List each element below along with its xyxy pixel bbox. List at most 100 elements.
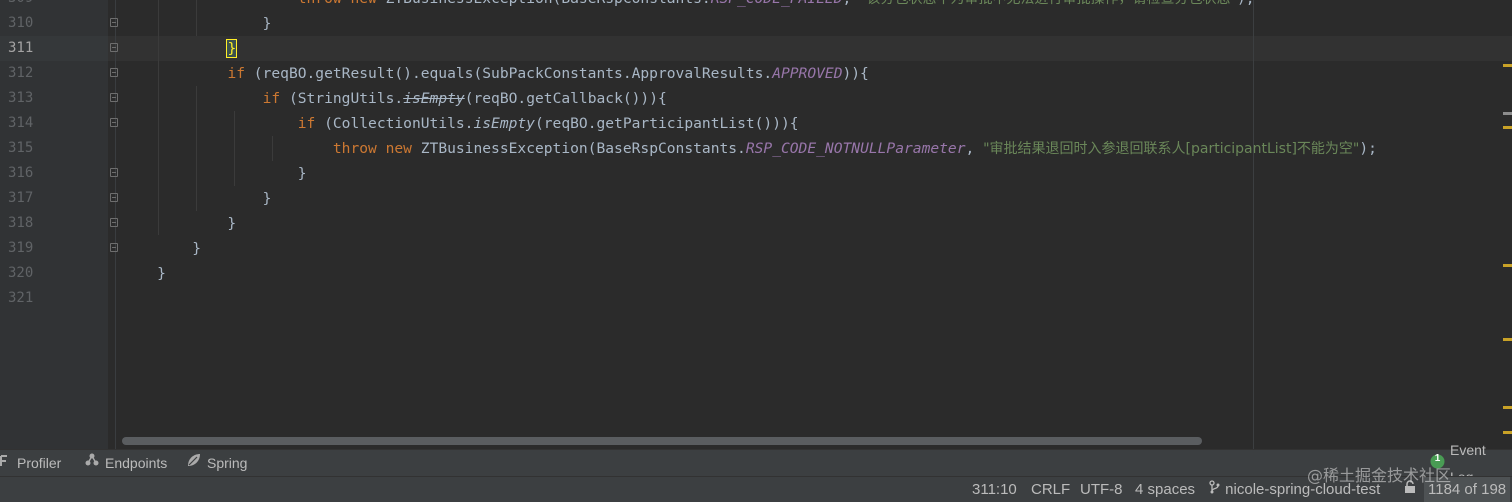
code-token: (CollectionUtils. (315, 115, 474, 132)
code-token: , (843, 0, 861, 7)
line-number: 314 (8, 115, 34, 131)
fold-marker[interactable] (110, 118, 118, 127)
error-stripe-marker[interactable] (1503, 406, 1512, 409)
code-text: } (122, 211, 236, 236)
code-line[interactable]: 312 if (reqBO.getResult().equals(SubPack… (0, 61, 1500, 86)
line-number: 317 (8, 190, 34, 206)
code-line[interactable]: 311 } (0, 36, 1500, 61)
code-token: ZTBusinessException(BaseRspConstants. (411, 140, 746, 157)
code-line[interactable]: 318 } (0, 211, 1500, 236)
line-number: 310 (8, 15, 34, 31)
code-token: } (122, 15, 272, 32)
line-number: 311 (8, 40, 34, 56)
code-token: throw (298, 0, 342, 7)
code-token: RSP_CODE_FAILED (711, 0, 843, 7)
line-number: 313 (8, 90, 34, 106)
code-token: ZTBusinessException(BaseRspConstants. (377, 0, 711, 7)
code-line[interactable]: 310 } (0, 11, 1500, 36)
code-token: (reqBO.getParticipantList())){ (534, 115, 799, 132)
code-line[interactable]: 320 } (0, 261, 1500, 286)
code-token: isEmpty (403, 90, 465, 107)
code-line[interactable]: 317 } (0, 186, 1500, 211)
code-token: (reqBO.getCallback())){ (464, 90, 667, 107)
fold-marker[interactable] (110, 68, 118, 77)
indent-setting[interactable]: 4 spaces (1135, 477, 1195, 502)
line-separator[interactable]: CRLF (1031, 477, 1070, 502)
code-text: if (StringUtils.isEmpty(reqBO.getCallbac… (122, 86, 667, 111)
code-line[interactable]: 321 (0, 286, 1500, 311)
spring-tab[interactable]: Spring (186, 450, 247, 477)
code-token: } (122, 215, 237, 232)
code-token: RSP_CODE_NOTNULLParameter (745, 140, 966, 157)
profiler-tab[interactable]: Profiler (0, 450, 61, 477)
line-number: 312 (8, 65, 34, 81)
horizontal-scrollbar[interactable] (122, 437, 1202, 445)
code-token: } (122, 265, 166, 282)
fold-marker[interactable] (110, 168, 118, 177)
code-token: if (227, 65, 246, 82)
fold-marker[interactable] (110, 218, 118, 227)
code-line[interactable]: 319 } (0, 236, 1500, 261)
error-stripe-marker[interactable] (1503, 112, 1512, 115)
endpoints-label: Endpoints (105, 455, 168, 471)
caret-position[interactable]: 311:10 (972, 477, 1017, 502)
fold-marker[interactable] (110, 93, 118, 102)
code-token: APPROVED (772, 65, 843, 82)
code-token: (StringUtils. (280, 90, 404, 107)
code-token: )){ (842, 65, 869, 82)
code-token: } (122, 240, 202, 257)
code-token: ); (1237, 0, 1255, 7)
code-token: new (350, 0, 376, 7)
error-stripe-marker[interactable] (1503, 338, 1512, 341)
tool-window-bar: Profiler Endpoints Spring 1 Event Log (0, 442, 1512, 485)
code-line[interactable]: 309 throw new ZTBusinessException(BaseRs… (0, 0, 1500, 11)
code-token: if (297, 115, 316, 132)
code-editor[interactable]: 309 throw new ZTBusinessException(BaseRs… (0, 0, 1512, 449)
error-stripe-marker[interactable] (1503, 264, 1512, 267)
error-stripe-marker[interactable] (1503, 64, 1512, 67)
line-number: 309 (8, 0, 38, 11)
endpoints-icon (84, 450, 100, 477)
error-stripe-marker[interactable] (1503, 126, 1512, 129)
git-branch-icon (1209, 477, 1221, 502)
code-text: } (122, 261, 166, 286)
code-token: if (262, 90, 281, 107)
code-text: if (reqBO.getResult().equals(SubPackCons… (122, 61, 869, 86)
code-token: throw (332, 140, 377, 157)
status-bar: 311:10 CRLF UTF-8 4 spaces nicole-spring… (0, 476, 1512, 502)
fold-marker[interactable] (110, 18, 118, 27)
fold-marker[interactable] (110, 193, 118, 202)
code-line[interactable]: 315 throw new ZTBusinessException(BaseRs… (0, 136, 1500, 161)
code-text: } (122, 36, 238, 61)
code-token: (reqBO.getResult().equals(SubPackConstan… (245, 65, 773, 82)
line-number: 316 (8, 165, 34, 181)
code-text: } (122, 236, 201, 261)
error-stripe-marker[interactable] (1503, 431, 1512, 434)
code-token: "该分包状态不为审批中无法进行审批操作，请检查分包状态" (860, 0, 1237, 7)
text-caret (236, 40, 238, 58)
endpoints-tab[interactable]: Endpoints (84, 450, 167, 477)
file-encoding[interactable]: UTF-8 (1080, 477, 1123, 502)
fold-marker[interactable] (110, 243, 118, 252)
profiler-label: Profiler (17, 455, 62, 471)
code-text: } (122, 11, 272, 36)
code-text: if (CollectionUtils.isEmpty(reqBO.getPar… (122, 111, 799, 136)
code-line[interactable]: 313 if (StringUtils.isEmpty(reqBO.getCal… (0, 86, 1500, 111)
line-number: 320 (8, 265, 34, 281)
code-line[interactable]: 316 } (0, 161, 1500, 186)
watermark: @稀土掘金技术社区 (1307, 466, 1452, 485)
fold-marker[interactable] (110, 43, 118, 52)
code-token: ); (1359, 140, 1377, 157)
code-token: } (226, 39, 238, 58)
code-line[interactable]: 314 if (CollectionUtils.isEmpty(reqBO.ge… (0, 111, 1500, 136)
line-number: 318 (8, 215, 34, 231)
code-token: isEmpty (473, 115, 535, 132)
spring-label: Spring (207, 455, 248, 471)
